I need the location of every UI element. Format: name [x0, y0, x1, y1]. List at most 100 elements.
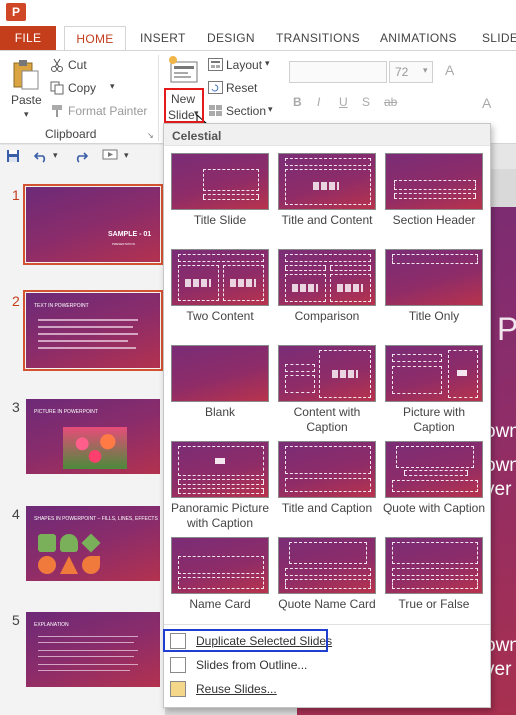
tab-transitions[interactable]: TRANSITIONS [276, 26, 360, 50]
paste-icon[interactable] [10, 59, 40, 91]
layout-section-header[interactable]: Section Header [382, 150, 486, 244]
shape-diamond [81, 533, 101, 553]
layout-title-slide[interactable]: Title Slide [168, 150, 272, 244]
placeholder [178, 254, 264, 262]
slide-thumbnails-panel: 1 SAMPLE - 01 PRESENTATION 2 TEXT IN POW… [0, 169, 165, 715]
ribbon-tabs: FILE HOME INSERT DESIGN TRANSITIONS ANIM… [0, 26, 516, 69]
slides-from-outline-item[interactable]: Slides from Outline... [164, 654, 490, 676]
new-slide-icon[interactable] [168, 55, 200, 85]
tab-file[interactable]: FILE [0, 26, 56, 50]
layout-quote-name-card[interactable]: Quote Name Card [275, 534, 379, 628]
placeholder [392, 366, 442, 394]
slideshow-from-start-icon[interactable] [102, 149, 118, 163]
slide-thumbnail-5[interactable]: EXPLANATION [26, 612, 160, 687]
undo-icon[interactable] [33, 149, 48, 163]
thumb-title: EXPLANATION [34, 622, 69, 628]
placeholder [285, 579, 371, 589]
slide-thumbnail-2[interactable]: TEXT IN POWERPOINT [23, 290, 163, 371]
layout-preview [385, 345, 483, 402]
layout-button[interactable]: Layout [226, 58, 262, 72]
layout-label: Two Content [186, 309, 254, 323]
thumb-title: SAMPLE - 01 [108, 231, 152, 238]
font-name-box[interactable] [289, 61, 387, 83]
layout-blank[interactable]: Blank [168, 342, 272, 436]
bold-button[interactable]: B [293, 95, 302, 109]
layout-title-and-content[interactable]: Title and Content [275, 150, 379, 244]
slide-thumbnail-4[interactable]: SHAPES IN POWERPOINT – FILLS, LINES, EFF… [26, 506, 160, 581]
copy-button[interactable]: Copy [68, 81, 96, 95]
thumb-text-line [38, 650, 138, 651]
powerpoint-app-icon: P [6, 3, 26, 21]
customize-qat-icon[interactable]: ▾ [124, 150, 129, 161]
placeholder [285, 446, 371, 474]
font-color-button[interactable]: A [482, 95, 491, 111]
layout-label: Title and Caption [281, 501, 373, 515]
duplicate-slides-highlight [163, 629, 328, 652]
reuse-slides-icon [170, 681, 186, 697]
layout-name-card[interactable]: Name Card [168, 534, 272, 628]
thumb-subtitle: PRESENTATION [112, 242, 135, 246]
grow-font-button[interactable]: A [445, 62, 454, 78]
placeholder [178, 488, 264, 494]
content-icons [332, 370, 358, 378]
menu-item-label: Reuse Slides... [196, 682, 277, 696]
layout-quote-with-caption[interactable]: Quote with Caption [382, 438, 486, 532]
redo-icon[interactable] [74, 149, 89, 163]
layout-comparison[interactable]: Comparison [275, 246, 379, 340]
slide-number: 1 [12, 187, 20, 203]
content-icons [337, 284, 363, 292]
layout-preview [385, 249, 483, 306]
undo-dropdown-icon[interactable]: ▾ [53, 150, 58, 161]
paste-button[interactable]: Paste [11, 93, 42, 107]
layout-label: Title and Content [281, 213, 373, 227]
layout-dropdown-icon[interactable]: ▾ [265, 58, 270, 69]
thumb-text-line [38, 319, 138, 321]
section-dropdown-icon[interactable]: ▾ [268, 104, 273, 115]
underline-button[interactable]: U [339, 95, 348, 109]
slide-thumbnail-1[interactable]: SAMPLE - 01 PRESENTATION [23, 184, 163, 265]
tab-animations[interactable]: ANIMATIONS [380, 26, 457, 50]
placeholder [285, 158, 371, 166]
cut-button[interactable]: Cut [68, 58, 87, 72]
save-icon[interactable] [6, 149, 20, 163]
layout-title-only[interactable]: Title Only [382, 246, 486, 340]
shape-circle [38, 556, 56, 574]
font-size-dropdown-icon[interactable]: ▾ [423, 65, 428, 76]
layout-true-or-false[interactable]: True or False [382, 534, 486, 628]
tab-design[interactable]: DESIGN [207, 26, 255, 50]
format-painter-button[interactable]: Format Painter [68, 104, 147, 118]
placeholder [285, 478, 371, 492]
reset-icon [208, 81, 223, 94]
reuse-slides-item[interactable]: Reuse Slides... [164, 678, 490, 700]
italic-button[interactable]: I [317, 95, 320, 109]
strikethrough-button[interactable]: ab [384, 95, 397, 109]
layout-picture-with-caption[interactable]: Picture with Caption [382, 342, 486, 436]
placeholder [396, 446, 474, 468]
section-button[interactable]: Section [226, 104, 266, 118]
placeholder [392, 354, 442, 362]
tab-insert[interactable]: INSERT [140, 26, 186, 50]
font-size-box[interactable]: 72 ▾ [389, 61, 433, 83]
content-icons [313, 182, 339, 190]
layout-label: Quote with Caption [382, 501, 486, 515]
layout-two-content[interactable]: Two Content [168, 246, 272, 340]
shape-arch [60, 534, 78, 552]
layout-title-and-caption[interactable]: Title and Caption [275, 438, 379, 532]
gallery-divider [164, 624, 490, 625]
tab-slide-show[interactable]: SLIDE S [482, 26, 516, 69]
slide-thumbnail-3[interactable]: PICTURE IN POWERPOINT [26, 399, 160, 474]
reset-button[interactable]: Reset [226, 81, 257, 95]
layout-preview [278, 537, 376, 594]
shadow-button[interactable]: S [362, 95, 370, 109]
layout-content-with-caption[interactable]: Content with Caption [275, 342, 379, 436]
placeholder [203, 194, 259, 200]
layout-panoramic-picture-with-caption[interactable]: Panoramic Picture with Caption [168, 438, 272, 532]
tab-home[interactable]: HOME [64, 26, 126, 51]
shape-triangle [60, 556, 78, 574]
paste-dropdown-icon[interactable]: ▾ [24, 109, 29, 120]
thumb-text-line [38, 326, 133, 328]
copy-dropdown-icon[interactable]: ▾ [110, 81, 115, 92]
layout-preview [385, 441, 483, 498]
layout-label: Content with Caption [293, 405, 361, 434]
clipboard-launcher-icon[interactable]: ↘ [147, 131, 154, 140]
